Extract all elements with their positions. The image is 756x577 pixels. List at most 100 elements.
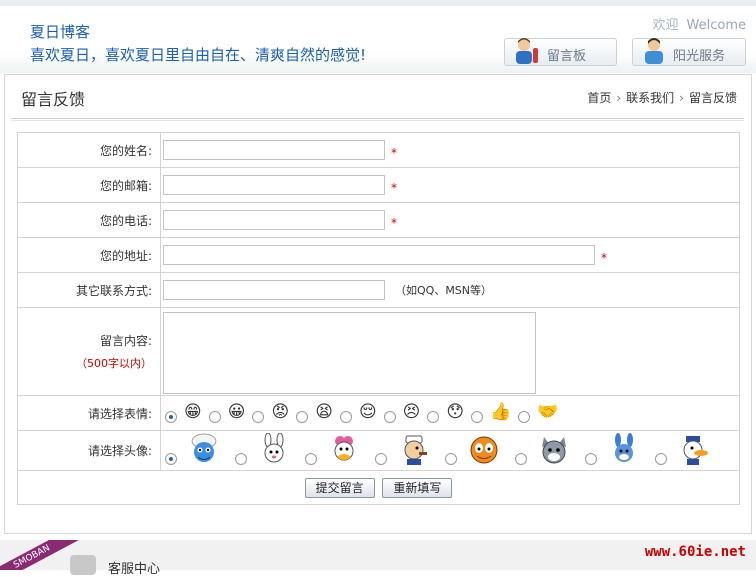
other-contact-input[interactable] (163, 280, 385, 300)
emotion-option[interactable]: 😀 (208, 401, 246, 423)
service-center-icon (70, 555, 96, 575)
main-panel: 留言反馈 首页 › 联系我们 › 留言反馈 您的姓名: * 您的邮箱: * 您的电话: … (4, 74, 752, 534)
avatar-option[interactable] (235, 432, 291, 467)
breadcrumb-feedback[interactable]: 留言反馈 (689, 91, 737, 105)
emotion-option[interactable]: 😫 (296, 401, 333, 423)
emotion-radio[interactable] (296, 410, 309, 423)
watermark: www.60ie.net (644, 544, 746, 560)
site-header: 夏日博客 喜欢夏日，喜欢夏日里自由自在、清爽自然的感觉! 欢迎 Welcome 留… (0, 0, 756, 73)
divider (11, 120, 744, 121)
smile-icon: 😀 (227, 401, 246, 422)
avatar-radio[interactable] (165, 453, 177, 465)
button-row: 提交留言 重新填写 (17, 470, 740, 505)
name-input[interactable] (163, 139, 385, 160)
service-button[interactable]: 阳光服务 (632, 38, 746, 66)
page-title: 留言反馈 (21, 90, 86, 109)
avatar-option[interactable] (445, 433, 501, 467)
emotion-option[interactable]: 😁 (165, 401, 202, 423)
emotion-radio[interactable] (471, 410, 484, 423)
emotion-radio[interactable] (208, 410, 221, 423)
avatar-option[interactable] (305, 433, 361, 467)
emotion-option[interactable]: 😌 (339, 401, 377, 423)
relieved-icon: 😌 (358, 401, 377, 422)
other-contact-hint: （如QQ、MSN等） (395, 283, 493, 297)
popeye-avatar-icon (397, 433, 431, 467)
required-mark: * (391, 181, 397, 196)
angry-icon: 😡 (271, 401, 290, 422)
email-input[interactable] (163, 174, 385, 195)
submit-button[interactable]: 提交留言 (304, 477, 375, 498)
top-strip (0, 0, 756, 6)
emotion-radio[interactable] (383, 410, 396, 423)
ribbon: SMOBAN (0, 540, 80, 570)
emotion-radio[interactable] (252, 410, 265, 423)
avatar-radio[interactable] (375, 453, 387, 465)
address-row: 您的地址: * (17, 237, 740, 273)
reset-button[interactable]: 重新填写 (382, 477, 453, 498)
message-row: 留言内容: （500字以内） (17, 307, 740, 396)
avatar-option[interactable] (515, 433, 571, 467)
garfield-avatar-icon (467, 433, 501, 467)
message-limit: （500字以内） (76, 357, 152, 370)
rabbit-avatar-icon (257, 432, 291, 467)
breadcrumb-separator: › (679, 91, 684, 105)
site-name[interactable]: 夏日博客 (30, 21, 90, 42)
emotion-option[interactable]: 🤝 (518, 401, 558, 423)
phone-row: 您的电话: * (17, 202, 740, 238)
avatar-row: 请选择头像: (17, 430, 740, 471)
required-mark: * (601, 251, 607, 266)
avatar-radio[interactable] (445, 453, 457, 465)
avatar-option[interactable] (655, 433, 711, 467)
divider (11, 118, 744, 119)
avatar-option[interactable] (375, 433, 431, 467)
emotion-option[interactable]: 😣 (383, 401, 421, 423)
handshake-icon: 🤝 (537, 401, 559, 422)
emotion-radio[interactable] (339, 410, 352, 423)
phone-input[interactable] (163, 209, 385, 230)
email-label: 您的邮箱: (17, 167, 161, 203)
address-label: 您的地址: (17, 237, 161, 273)
emotion-label: 请选择表情: (17, 395, 161, 431)
required-mark: * (391, 146, 397, 161)
avatar-label: 请选择头像: (17, 430, 161, 471)
emotion-radio[interactable] (427, 410, 440, 423)
breadcrumb-contact[interactable]: 联系我们 (626, 91, 674, 105)
emotion-option[interactable]: 😡 (252, 401, 289, 423)
crying-icon: 😫 (315, 401, 333, 422)
emotion-radio[interactable] (518, 410, 531, 423)
donald-duck-avatar-icon (677, 433, 711, 467)
breadcrumb: 首页 › 联系我们 › 留言反馈 (587, 89, 737, 106)
emotion-option[interactable]: 😯 (427, 401, 464, 423)
message-label: 留言内容: (99, 334, 152, 348)
guestbook-button[interactable]: 留言板 (504, 38, 617, 66)
message-textarea[interactable] (163, 311, 536, 394)
breadcrumb-separator: › (616, 91, 622, 105)
feedback-form: 您的姓名: * 您的邮箱: * 您的电话: * 您的地址: * 其它联系方式: (17, 132, 740, 505)
message-label-cell: 留言内容: （500字以内） (17, 307, 161, 396)
avatar-radio[interactable] (585, 453, 597, 465)
ribbon-label: SMOBAN (0, 540, 80, 570)
avatar-radio[interactable] (235, 453, 247, 465)
email-row: 您的邮箱: * (17, 167, 740, 203)
avatar-radio[interactable] (655, 453, 667, 465)
frustrated-icon: 😣 (402, 401, 421, 422)
thumbs-up-icon: 👍 (490, 401, 512, 422)
address-input[interactable] (163, 244, 595, 265)
required-mark: * (391, 216, 397, 231)
avatar-radio[interactable] (515, 453, 527, 465)
avatar-option[interactable] (585, 433, 641, 467)
avatar-option[interactable] (165, 433, 221, 467)
breadcrumb-home[interactable]: 首页 (587, 91, 611, 105)
avatar-radio[interactable] (305, 453, 317, 465)
service-center-link[interactable]: 客服中心 (108, 558, 160, 577)
other-contact-label: 其它联系方式: (17, 272, 161, 308)
tom-avatar-icon (537, 433, 571, 467)
welcome-text: 欢迎 Welcome (653, 14, 746, 33)
name-row: 您的姓名: * (17, 132, 740, 168)
other-contact-row: 其它联系方式: （如QQ、MSN等） (17, 272, 740, 308)
service-label: 阳光服务 (673, 49, 726, 64)
duck-girl-avatar-icon (327, 433, 361, 467)
welcome-cn: 欢迎 (652, 18, 679, 33)
emotion-radio[interactable] (165, 410, 177, 423)
emotion-option[interactable]: 👍 (471, 401, 511, 423)
